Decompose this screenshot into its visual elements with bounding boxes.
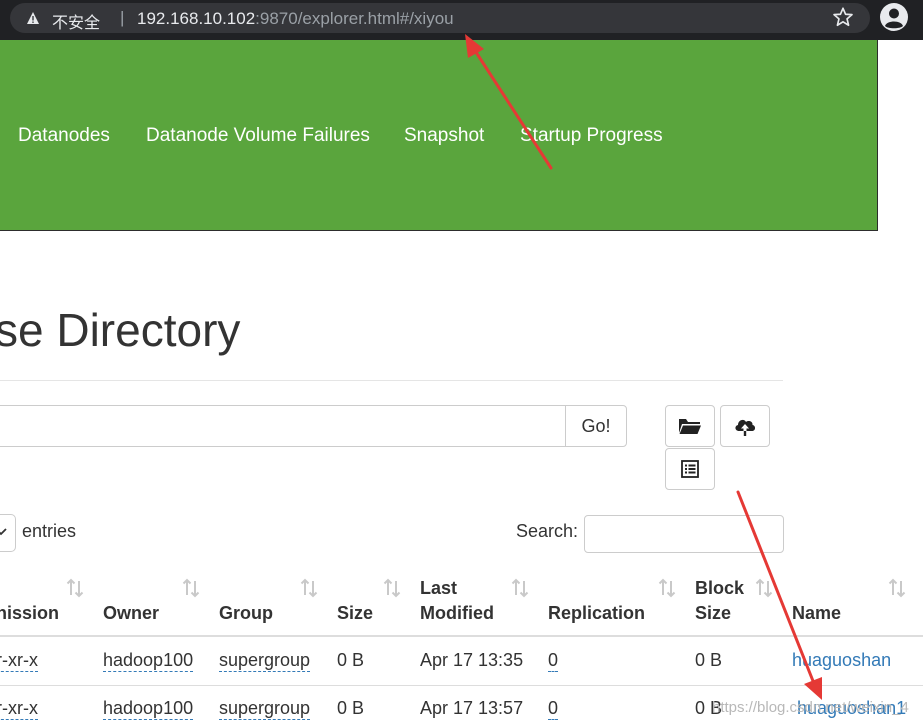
go-button[interactable]: Go!	[565, 405, 627, 447]
cell-last-modified: Apr 17 13:57	[420, 698, 524, 718]
url-text[interactable]: 192.168.10.102:9870/explorer.html#/xiyou	[137, 9, 454, 29]
bookmark-star-icon[interactable]	[832, 6, 854, 28]
navbar: Datanodes Datanode Volume Failures Snaps…	[0, 40, 878, 231]
address-bar[interactable]: 不安全 | 192.168.10.102:9870/explorer.html#…	[10, 3, 870, 33]
address-separator: |	[120, 8, 125, 27]
browser-toolbar: 不安全 | 192.168.10.102:9870/explorer.html#…	[0, 0, 923, 40]
search-input[interactable]	[584, 515, 784, 553]
column-header-last-modified[interactable]: Last Modified	[420, 576, 494, 626]
column-header-owner[interactable]: Owner	[103, 601, 159, 626]
page-title: se Directory	[0, 304, 241, 356]
nav-datanodes[interactable]: Datanodes	[18, 125, 110, 147]
block-size-line1: Block	[695, 578, 745, 598]
list-view-button[interactable]	[665, 448, 715, 490]
directory-path-input[interactable]	[0, 405, 567, 447]
cell-last-modified: Apr 17 13:35	[420, 650, 524, 670]
header-divider	[0, 380, 783, 381]
last-modified-line2: Modified	[420, 603, 494, 623]
sort-icon[interactable]	[181, 578, 201, 598]
column-header-permission[interactable]: nission	[0, 601, 59, 626]
column-header-block-size[interactable]: Block Size	[695, 576, 744, 626]
search-label: Search:	[516, 521, 579, 541]
warning-icon	[27, 12, 39, 24]
cell-name-link[interactable]: huaguoshan	[792, 650, 891, 671]
cloud-upload-icon	[735, 419, 756, 436]
sort-icon[interactable]	[510, 578, 530, 598]
cell-group[interactable]: supergroup	[219, 650, 311, 672]
sort-icon[interactable]	[382, 578, 402, 598]
sort-icon[interactable]	[754, 578, 774, 598]
cell-replication[interactable]: 0	[548, 650, 559, 672]
column-header-replication[interactable]: Replication	[548, 601, 645, 626]
nav-startup-progress[interactable]: Startup Progress	[520, 125, 663, 147]
last-modified-line1: Last	[420, 578, 458, 598]
column-header-group[interactable]: Group	[219, 601, 273, 626]
column-header-name[interactable]: Name	[792, 601, 841, 626]
list-icon	[681, 460, 699, 478]
nav-snapshot[interactable]: Snapshot	[404, 125, 484, 147]
table-header-divider	[0, 635, 923, 637]
upload-files-button[interactable]	[720, 405, 770, 447]
create-directory-button[interactable]	[665, 405, 715, 447]
url-path: :9870/explorer.html#/xiyou	[255, 9, 454, 28]
chevron-down-icon	[0, 528, 7, 536]
cell-size: 0 B	[337, 650, 365, 670]
cell-group[interactable]: supergroup	[219, 698, 311, 720]
entries-label: entries	[22, 521, 77, 541]
not-secure-label: 不安全	[52, 15, 101, 32]
url-host: 192.168.10.102	[137, 9, 256, 28]
cell-permission[interactable]: r-xr-x	[0, 650, 38, 672]
cell-permission[interactable]: r-xr-x	[0, 698, 38, 720]
block-size-line2: Size	[695, 603, 732, 623]
sort-icon[interactable]	[299, 578, 319, 598]
entries-per-page-select[interactable]	[0, 514, 16, 552]
cell-block-size: 0 B	[695, 650, 723, 670]
cell-owner[interactable]: hadoop100	[103, 650, 194, 672]
cell-size: 0 B	[337, 698, 365, 718]
cell-owner[interactable]: hadoop100	[103, 698, 194, 720]
cell-replication[interactable]: 0	[548, 698, 559, 720]
sort-icon[interactable]	[657, 578, 677, 598]
nav-datanode-volume-failures[interactable]: Datanode Volume Failures	[146, 125, 370, 147]
row-divider	[0, 685, 923, 686]
column-header-size[interactable]: Size	[337, 601, 373, 626]
sort-icon[interactable]	[887, 578, 907, 598]
profile-avatar-icon[interactable]	[879, 2, 909, 32]
watermark: https://blog.csdn.net/weixin_4	[712, 699, 909, 716]
sort-icon[interactable]	[65, 578, 85, 598]
folder-open-icon	[679, 419, 701, 434]
